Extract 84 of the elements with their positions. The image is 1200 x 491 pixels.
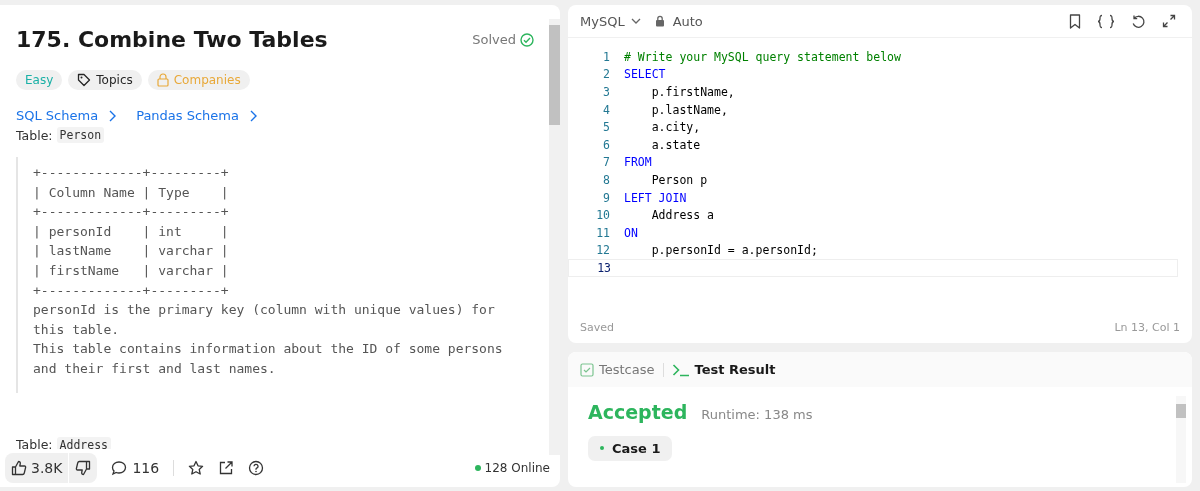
schema-text-line: personId is the primary key (column with unique values) for: [33, 301, 496, 320]
topics-tag[interactable]: Topics: [68, 70, 142, 90]
schema-text-line: This table contains information about the ID of some persons: [33, 340, 504, 359]
thumbs-down-icon: [75, 460, 92, 476]
online-count: 128 Online: [484, 461, 550, 475]
cursor-position: Ln 13, Col 1: [1114, 321, 1180, 334]
thumbs-up-icon: [11, 460, 27, 476]
schema-text-line: | personId | int |: [33, 222, 230, 241]
chevron-right-icon: [108, 109, 117, 122]
dislike-button[interactable]: [69, 453, 98, 483]
schema-text-line: | firstName | varchar |: [33, 261, 230, 280]
line-number: 11: [595, 225, 611, 240]
line-number: 7: [602, 155, 611, 170]
code-line: p.personId = a.personId;: [650, 243, 818, 258]
bookmark-icon: [1069, 13, 1081, 29]
checkbox-icon: [580, 362, 594, 377]
panel-tab[interactable]: Test Result: [671, 362, 776, 377]
star-icon: [188, 460, 205, 476]
table-label: Table:: [16, 127, 53, 143]
chevron-down-icon: [630, 17, 641, 25]
check-circle-icon: [520, 32, 534, 47]
code-line: Person p: [650, 172, 708, 187]
chevron-right-icon: [249, 109, 257, 122]
favorite-button[interactable]: [188, 460, 205, 476]
line-number: 13: [596, 260, 612, 275]
mode-label: Auto: [672, 13, 703, 29]
line-number: 1: [602, 49, 611, 64]
braces-icon: [1097, 13, 1115, 29]
line-number: 2: [602, 67, 611, 82]
expand-icon: [1162, 14, 1176, 28]
schema-text-line: this table.: [33, 320, 121, 339]
external-link-icon: [218, 460, 235, 476]
schema-link[interactable]: Pandas Schema: [136, 108, 257, 123]
schema-link[interactable]: SQL Schema: [16, 108, 117, 123]
line-number: 12: [595, 243, 611, 258]
line-number: 5: [602, 120, 611, 135]
undo-icon: [1131, 13, 1146, 29]
problem-title: 175. Combine Two Tables: [16, 27, 329, 52]
table-name: Address: [56, 436, 111, 449]
line-number: 6: [602, 137, 611, 152]
code-line: a.city,: [650, 120, 701, 135]
line-number: 3: [602, 85, 611, 99]
code-line: LEFT JOIN: [624, 190, 687, 205]
line-number: 9: [602, 190, 611, 205]
code-line: a.state: [650, 137, 701, 152]
help-button[interactable]: [248, 460, 265, 476]
code-line: FROM: [624, 155, 652, 170]
panel-tab[interactable]: Testcase: [580, 362, 655, 377]
tag-icon: [77, 73, 92, 87]
lock-icon: [156, 73, 169, 87]
code-line: SELECT: [624, 67, 666, 82]
schema-text-line: +-------------+---------+: [33, 281, 230, 300]
code-line: Address a: [650, 208, 714, 223]
difficulty-tag: Easy: [16, 70, 63, 90]
code-line: p.firstName,: [650, 85, 735, 99]
help-icon: [248, 460, 265, 476]
scrollbar[interactable]: [549, 19, 560, 455]
comments-button[interactable]: 116: [111, 460, 160, 476]
lock-icon: [654, 15, 665, 27]
table-name: Person: [56, 127, 105, 143]
schema-text-line: | Column Name | Type |: [33, 183, 230, 202]
scrollbar[interactable]: [1176, 396, 1186, 483]
code-line: # Write your MySQL query statement below: [624, 49, 901, 64]
online-dot: [474, 465, 481, 471]
speech-bubble-icon: [111, 460, 128, 476]
language-dropdown[interactable]: MySQL: [580, 13, 641, 29]
schema-text-line: | lastName | varchar |: [33, 242, 230, 261]
line-number: 4: [602, 102, 611, 117]
schema-text-line: +-------------+---------+: [33, 164, 230, 182]
verdict-text: Accepted: [588, 401, 688, 423]
line-number: 8: [602, 172, 611, 187]
schema-text-line: and their first and last names.: [33, 359, 277, 378]
case-tab[interactable]: Case 1: [588, 435, 673, 461]
save-status: Saved: [580, 321, 614, 334]
terminal-icon: [671, 362, 690, 377]
schema-text-line: +-------------+---------+: [33, 203, 230, 222]
table-label: Table:: [16, 437, 53, 449]
like-button[interactable]: 3.8K: [5, 453, 69, 483]
runtime-text: Runtime: 138 ms: [701, 407, 813, 422]
code-line: ON: [624, 225, 638, 240]
solved-status: Solved: [472, 32, 516, 47]
code-line: p.lastName,: [650, 102, 728, 117]
share-button[interactable]: [218, 460, 235, 476]
line-number: 10: [595, 208, 611, 223]
